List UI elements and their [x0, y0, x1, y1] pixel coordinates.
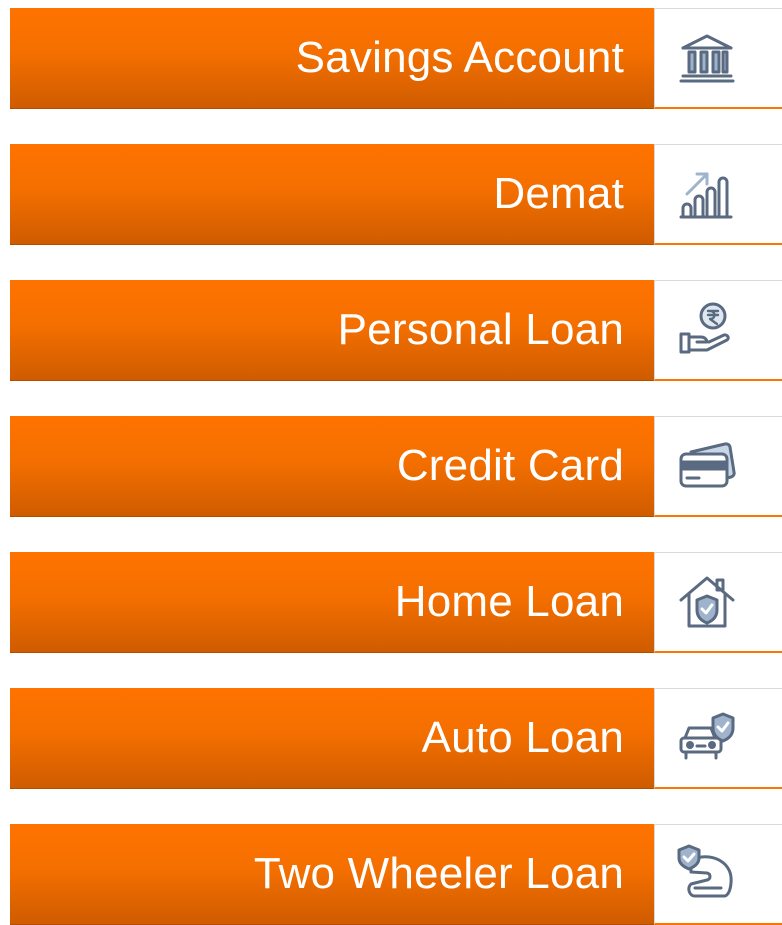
menu-item-icon-box[interactable] [654, 688, 782, 789]
bank-icon [679, 34, 735, 83]
menu-item-label: Credit Card [396, 441, 624, 490]
menu-item-label: Auto Loan [421, 713, 624, 762]
menu-item-savings-account[interactable]: Savings Account [10, 8, 782, 109]
menu-item-demat[interactable]: Demat [10, 144, 782, 245]
menu-item-auto-loan[interactable]: Auto Loan [10, 688, 782, 789]
menu-item-icon-box[interactable] [654, 552, 782, 653]
menu-item-label-box[interactable]: Savings Account [10, 8, 654, 109]
rupee-hand-icon [679, 302, 730, 354]
menu-item-icon-box[interactable] [654, 8, 782, 109]
menu-item-label-box[interactable]: Demat [10, 144, 654, 245]
credit-card-icon [679, 442, 736, 488]
menu-item-icon-box[interactable] [654, 824, 782, 925]
menu-item-label: Two Wheeler Loan [253, 849, 624, 898]
car-shield-icon [679, 712, 735, 760]
menu-item-label-box[interactable]: Home Loan [10, 552, 654, 653]
menu-item-label-box[interactable]: Two Wheeler Loan [10, 824, 654, 925]
menu-item-personal-loan[interactable]: Personal Loan [10, 280, 782, 381]
growth-chart-icon [679, 172, 733, 219]
menu-item-label: Demat [493, 169, 624, 218]
menu-item-icon-box[interactable] [654, 144, 782, 245]
home-shield-icon [679, 576, 735, 628]
menu-item-label-box[interactable]: Credit Card [10, 416, 654, 517]
menu-item-icon-box[interactable] [654, 280, 782, 381]
product-menu: Savings Account Demat Personal Loan Cred… [0, 0, 782, 925]
menu-item-credit-card[interactable]: Credit Card [10, 416, 782, 517]
menu-item-icon-box[interactable] [654, 416, 782, 517]
menu-item-home-loan[interactable]: Home Loan [10, 552, 782, 653]
menu-item-label: Home Loan [394, 577, 624, 626]
menu-item-label: Personal Loan [337, 305, 624, 354]
menu-item-label: Savings Account [295, 33, 624, 82]
helmet-shield-icon [677, 844, 733, 898]
menu-item-two-wheeler-loan[interactable]: Two Wheeler Loan [10, 824, 782, 925]
menu-item-label-box[interactable]: Auto Loan [10, 688, 654, 789]
menu-item-label-box[interactable]: Personal Loan [10, 280, 654, 381]
